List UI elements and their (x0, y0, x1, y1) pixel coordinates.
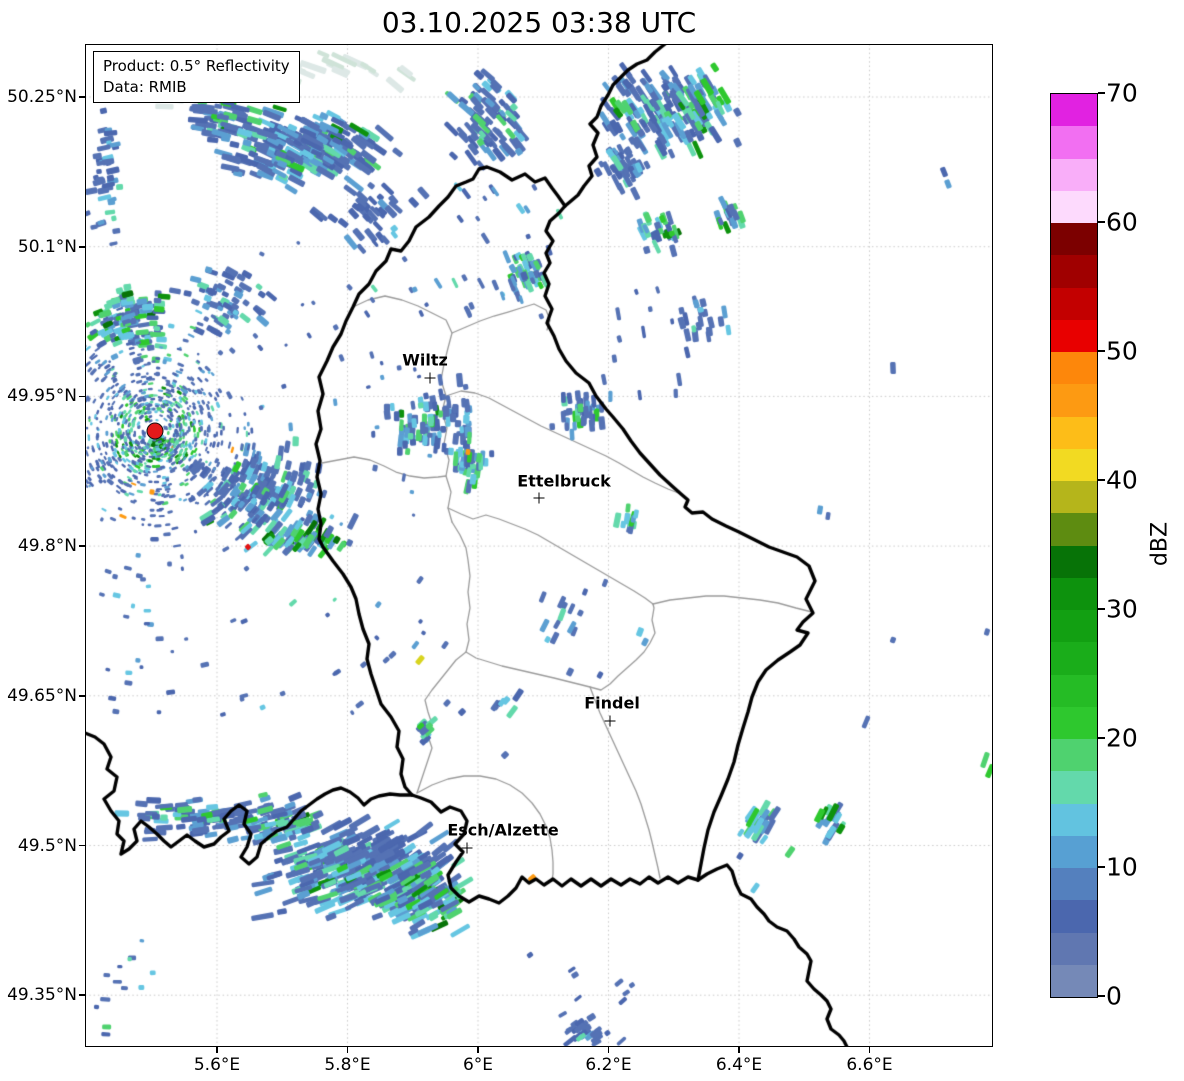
colorbar-tick-label: 0 (1106, 981, 1122, 1011)
lat-tick-label: 49.8°N (17, 536, 77, 557)
colorbar-band (1051, 868, 1097, 901)
colorbar-axis-label: dBZ (1147, 521, 1173, 567)
lon-tick-label: 6.6°E (846, 1055, 893, 1075)
colorbar-band (1051, 513, 1097, 546)
product-line: Product: 0.5° Reflectivity (103, 57, 290, 75)
lon-tick-mark (216, 1047, 218, 1053)
lon-tick-label: 6.4°E (715, 1055, 763, 1075)
city-label: Ettelbruck (517, 471, 611, 491)
city-marker (533, 492, 545, 504)
lon-tick-mark (477, 1047, 479, 1053)
colorbar-band (1051, 481, 1097, 514)
colorbar-band (1051, 223, 1097, 256)
colorbar-band (1051, 835, 1097, 868)
lon-tick-label: 5.8°E (324, 1055, 371, 1075)
colorbar-band (1051, 158, 1097, 191)
lon-tick-label: 6.2°E (585, 1055, 632, 1075)
lat-tick-mark (79, 245, 85, 248)
colorbar-band (1051, 610, 1097, 643)
product-info-box: Product: 0.5° Reflectivity Data: RMIB (93, 51, 300, 104)
lat-tick-label: 49.35°N (7, 985, 77, 1006)
colorbar-tick-label: 60 (1106, 207, 1138, 237)
colorbar-tick-mark (1098, 479, 1105, 481)
colorbar-band (1051, 739, 1097, 772)
colorbar-band (1051, 287, 1097, 320)
lon-tick-label: 5.6°E (193, 1055, 241, 1075)
colorbar-tick-label: 30 (1106, 594, 1138, 624)
lat-tick-label: 50.1°N (17, 236, 77, 257)
lat-tick-mark (79, 994, 85, 997)
colorbar-band (1051, 577, 1097, 610)
city-marker (604, 715, 616, 727)
lat-tick-label: 50.25°N (7, 87, 77, 107)
figure-title: 03.10.2025 03:38 UTC (381, 6, 697, 39)
lon-tick-mark (346, 1047, 349, 1053)
colorbar-band (1051, 900, 1097, 933)
lat-tick-mark (79, 395, 85, 398)
colorbar-band (1051, 255, 1097, 288)
city-marker (461, 842, 473, 854)
radar-map-canvas (85, 44, 993, 1047)
colorbar-tick-label: 40 (1106, 465, 1138, 495)
colorbar-band (1051, 448, 1097, 481)
colorbar-tick-label: 70 (1106, 78, 1138, 108)
colorbar-band (1051, 319, 1097, 352)
radar-figure-page: { "title": "03.10.2025 03:38 UTC", "info… (0, 0, 1184, 1081)
colorbar-tick-mark (1098, 221, 1105, 223)
colorbar-band (1051, 94, 1097, 127)
colorbar-tick-label: 50 (1106, 336, 1138, 366)
lat-tick-mark (79, 844, 85, 847)
lat-tick-mark (79, 96, 85, 98)
lat-tick-label: 49.65°N (7, 685, 77, 706)
lon-tick-label: 6°E (462, 1055, 494, 1075)
radar-site-dot (146, 422, 164, 440)
colorbar-band (1051, 674, 1097, 707)
lat-tick-mark (79, 694, 85, 697)
colorbar-tick-mark (1098, 350, 1105, 352)
colorbar-tick-label: 20 (1106, 723, 1138, 753)
lon-tick-mark (607, 1047, 610, 1053)
city-label: Wiltz (402, 350, 448, 370)
city-label: Findel (584, 693, 640, 713)
colorbar-band (1051, 384, 1097, 417)
colorbar-tick-mark (1098, 608, 1105, 610)
colorbar-band (1051, 190, 1097, 223)
colorbar-band (1051, 416, 1097, 449)
colorbar-band (1051, 126, 1097, 159)
colorbar-band (1051, 352, 1097, 385)
colorbar-tick-label: 10 (1106, 852, 1138, 882)
colorbar-tick-mark (1098, 92, 1105, 94)
colorbar-band (1051, 771, 1097, 804)
lat-tick-label: 49.95°N (7, 386, 77, 407)
colorbar-band (1051, 964, 1097, 997)
colorbar-band (1051, 932, 1097, 965)
colorbar-tick-mark (1098, 866, 1105, 868)
reflectivity-colorbar (1050, 93, 1098, 998)
lat-tick-label: 49.5°N (17, 835, 77, 856)
colorbar-tick-mark (1098, 995, 1105, 997)
colorbar-band (1051, 642, 1097, 675)
colorbar-band (1051, 803, 1097, 836)
city-label: Esch/Alzette (447, 820, 559, 840)
lat-tick-mark (79, 545, 85, 547)
colorbar-band (1051, 706, 1097, 739)
lon-tick-mark (738, 1047, 740, 1053)
lon-tick-mark (868, 1047, 871, 1053)
data-source-line: Data: RMIB (103, 77, 187, 96)
city-marker (424, 372, 436, 384)
colorbar-band (1051, 545, 1097, 578)
colorbar-tick-mark (1098, 737, 1105, 739)
